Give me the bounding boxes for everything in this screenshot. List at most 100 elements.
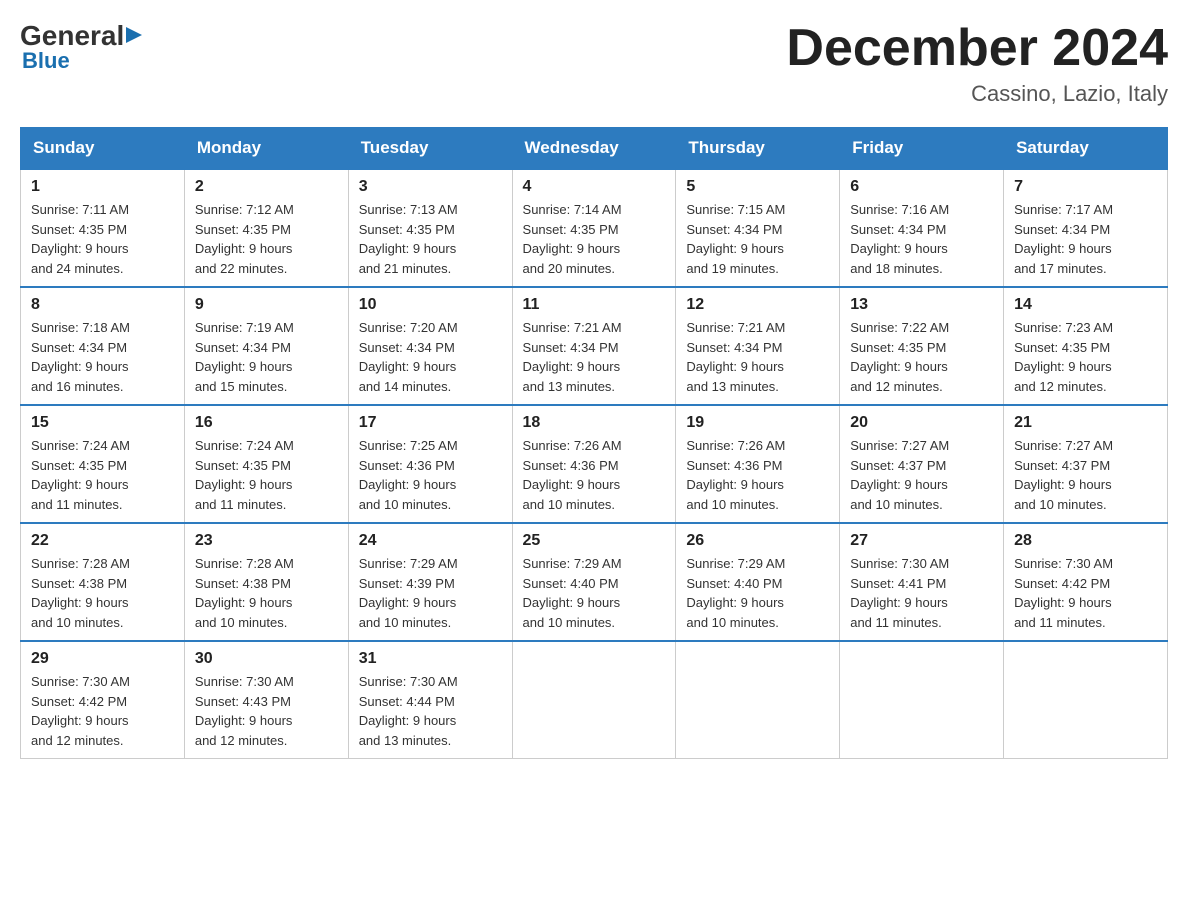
day-info: Sunrise: 7:21 AMSunset: 4:34 PMDaylight:…	[686, 320, 785, 394]
weekday-header-sunday: Sunday	[21, 128, 185, 170]
day-number: 8	[31, 296, 174, 314]
calendar-day-cell: 6 Sunrise: 7:16 AMSunset: 4:34 PMDayligh…	[840, 169, 1004, 287]
calendar-week-row: 29 Sunrise: 7:30 AMSunset: 4:42 PMDaylig…	[21, 641, 1168, 759]
day-number: 25	[523, 532, 666, 550]
day-info: Sunrise: 7:18 AMSunset: 4:34 PMDaylight:…	[31, 320, 130, 394]
calendar-day-cell: 2 Sunrise: 7:12 AMSunset: 4:35 PMDayligh…	[184, 169, 348, 287]
calendar-day-cell: 19 Sunrise: 7:26 AMSunset: 4:36 PMDaylig…	[676, 405, 840, 523]
day-number: 11	[523, 296, 666, 314]
calendar-day-cell: 28 Sunrise: 7:30 AMSunset: 4:42 PMDaylig…	[1004, 523, 1168, 641]
weekday-header-wednesday: Wednesday	[512, 128, 676, 170]
calendar-day-cell: 27 Sunrise: 7:30 AMSunset: 4:41 PMDaylig…	[840, 523, 1004, 641]
empty-cell	[1004, 641, 1168, 759]
calendar-week-row: 22 Sunrise: 7:28 AMSunset: 4:38 PMDaylig…	[21, 523, 1168, 641]
day-info: Sunrise: 7:29 AMSunset: 4:40 PMDaylight:…	[523, 556, 622, 630]
day-info: Sunrise: 7:23 AMSunset: 4:35 PMDaylight:…	[1014, 320, 1113, 394]
calendar-week-row: 8 Sunrise: 7:18 AMSunset: 4:34 PMDayligh…	[21, 287, 1168, 405]
day-info: Sunrise: 7:27 AMSunset: 4:37 PMDaylight:…	[1014, 438, 1113, 512]
title-section: December 2024 Cassino, Lazio, Italy	[786, 20, 1168, 107]
calendar-day-cell: 17 Sunrise: 7:25 AMSunset: 4:36 PMDaylig…	[348, 405, 512, 523]
day-info: Sunrise: 7:30 AMSunset: 4:42 PMDaylight:…	[1014, 556, 1113, 630]
day-info: Sunrise: 7:25 AMSunset: 4:36 PMDaylight:…	[359, 438, 458, 512]
day-number: 5	[686, 178, 829, 196]
calendar-day-cell: 8 Sunrise: 7:18 AMSunset: 4:34 PMDayligh…	[21, 287, 185, 405]
day-info: Sunrise: 7:27 AMSunset: 4:37 PMDaylight:…	[850, 438, 949, 512]
calendar-day-cell: 1 Sunrise: 7:11 AMSunset: 4:35 PMDayligh…	[21, 169, 185, 287]
weekday-header-saturday: Saturday	[1004, 128, 1168, 170]
calendar-day-cell: 20 Sunrise: 7:27 AMSunset: 4:37 PMDaylig…	[840, 405, 1004, 523]
day-info: Sunrise: 7:29 AMSunset: 4:39 PMDaylight:…	[359, 556, 458, 630]
weekday-header-row: SundayMondayTuesdayWednesdayThursdayFrid…	[21, 128, 1168, 170]
weekday-header-thursday: Thursday	[676, 128, 840, 170]
month-title: December 2024	[786, 20, 1168, 77]
day-info: Sunrise: 7:30 AMSunset: 4:43 PMDaylight:…	[195, 674, 294, 748]
logo-blue-text: Blue	[22, 48, 70, 74]
day-number: 23	[195, 532, 338, 550]
day-info: Sunrise: 7:28 AMSunset: 4:38 PMDaylight:…	[195, 556, 294, 630]
day-number: 10	[359, 296, 502, 314]
calendar-day-cell: 24 Sunrise: 7:29 AMSunset: 4:39 PMDaylig…	[348, 523, 512, 641]
day-number: 24	[359, 532, 502, 550]
day-number: 15	[31, 414, 174, 432]
day-info: Sunrise: 7:11 AMSunset: 4:35 PMDaylight:…	[31, 202, 129, 276]
day-number: 4	[523, 178, 666, 196]
day-info: Sunrise: 7:12 AMSunset: 4:35 PMDaylight:…	[195, 202, 294, 276]
day-info: Sunrise: 7:26 AMSunset: 4:36 PMDaylight:…	[523, 438, 622, 512]
calendar-day-cell: 4 Sunrise: 7:14 AMSunset: 4:35 PMDayligh…	[512, 169, 676, 287]
logo: General Blue	[20, 20, 146, 74]
calendar-table: SundayMondayTuesdayWednesdayThursdayFrid…	[20, 127, 1168, 759]
calendar-day-cell: 11 Sunrise: 7:21 AMSunset: 4:34 PMDaylig…	[512, 287, 676, 405]
day-number: 27	[850, 532, 993, 550]
weekday-header-friday: Friday	[840, 128, 1004, 170]
calendar-day-cell: 23 Sunrise: 7:28 AMSunset: 4:38 PMDaylig…	[184, 523, 348, 641]
day-info: Sunrise: 7:20 AMSunset: 4:34 PMDaylight:…	[359, 320, 458, 394]
empty-cell	[512, 641, 676, 759]
day-number: 20	[850, 414, 993, 432]
day-number: 21	[1014, 414, 1157, 432]
day-number: 17	[359, 414, 502, 432]
day-info: Sunrise: 7:19 AMSunset: 4:34 PMDaylight:…	[195, 320, 294, 394]
calendar-week-row: 1 Sunrise: 7:11 AMSunset: 4:35 PMDayligh…	[21, 169, 1168, 287]
location: Cassino, Lazio, Italy	[786, 81, 1168, 107]
day-number: 29	[31, 650, 174, 668]
day-info: Sunrise: 7:30 AMSunset: 4:44 PMDaylight:…	[359, 674, 458, 748]
calendar-day-cell: 21 Sunrise: 7:27 AMSunset: 4:37 PMDaylig…	[1004, 405, 1168, 523]
page-header: General Blue December 2024 Cassino, Lazi…	[20, 20, 1168, 107]
day-number: 16	[195, 414, 338, 432]
empty-cell	[840, 641, 1004, 759]
weekday-header-monday: Monday	[184, 128, 348, 170]
day-number: 2	[195, 178, 338, 196]
logo-arrow-icon	[126, 25, 146, 45]
day-number: 7	[1014, 178, 1157, 196]
day-info: Sunrise: 7:16 AMSunset: 4:34 PMDaylight:…	[850, 202, 949, 276]
day-number: 9	[195, 296, 338, 314]
calendar-day-cell: 26 Sunrise: 7:29 AMSunset: 4:40 PMDaylig…	[676, 523, 840, 641]
day-info: Sunrise: 7:30 AMSunset: 4:41 PMDaylight:…	[850, 556, 949, 630]
day-number: 19	[686, 414, 829, 432]
calendar-day-cell: 10 Sunrise: 7:20 AMSunset: 4:34 PMDaylig…	[348, 287, 512, 405]
calendar-day-cell: 5 Sunrise: 7:15 AMSunset: 4:34 PMDayligh…	[676, 169, 840, 287]
calendar-day-cell: 29 Sunrise: 7:30 AMSunset: 4:42 PMDaylig…	[21, 641, 185, 759]
weekday-header-tuesday: Tuesday	[348, 128, 512, 170]
calendar-day-cell: 30 Sunrise: 7:30 AMSunset: 4:43 PMDaylig…	[184, 641, 348, 759]
day-number: 1	[31, 178, 174, 196]
day-info: Sunrise: 7:14 AMSunset: 4:35 PMDaylight:…	[523, 202, 622, 276]
day-info: Sunrise: 7:28 AMSunset: 4:38 PMDaylight:…	[31, 556, 130, 630]
day-number: 30	[195, 650, 338, 668]
calendar-day-cell: 14 Sunrise: 7:23 AMSunset: 4:35 PMDaylig…	[1004, 287, 1168, 405]
calendar-day-cell: 15 Sunrise: 7:24 AMSunset: 4:35 PMDaylig…	[21, 405, 185, 523]
calendar-day-cell: 18 Sunrise: 7:26 AMSunset: 4:36 PMDaylig…	[512, 405, 676, 523]
day-info: Sunrise: 7:21 AMSunset: 4:34 PMDaylight:…	[523, 320, 622, 394]
calendar-day-cell: 22 Sunrise: 7:28 AMSunset: 4:38 PMDaylig…	[21, 523, 185, 641]
day-info: Sunrise: 7:29 AMSunset: 4:40 PMDaylight:…	[686, 556, 785, 630]
calendar-day-cell: 13 Sunrise: 7:22 AMSunset: 4:35 PMDaylig…	[840, 287, 1004, 405]
day-info: Sunrise: 7:15 AMSunset: 4:34 PMDaylight:…	[686, 202, 785, 276]
empty-cell	[676, 641, 840, 759]
day-info: Sunrise: 7:22 AMSunset: 4:35 PMDaylight:…	[850, 320, 949, 394]
calendar-day-cell: 25 Sunrise: 7:29 AMSunset: 4:40 PMDaylig…	[512, 523, 676, 641]
day-info: Sunrise: 7:17 AMSunset: 4:34 PMDaylight:…	[1014, 202, 1113, 276]
calendar-day-cell: 31 Sunrise: 7:30 AMSunset: 4:44 PMDaylig…	[348, 641, 512, 759]
day-info: Sunrise: 7:30 AMSunset: 4:42 PMDaylight:…	[31, 674, 130, 748]
day-number: 18	[523, 414, 666, 432]
day-info: Sunrise: 7:24 AMSunset: 4:35 PMDaylight:…	[31, 438, 130, 512]
